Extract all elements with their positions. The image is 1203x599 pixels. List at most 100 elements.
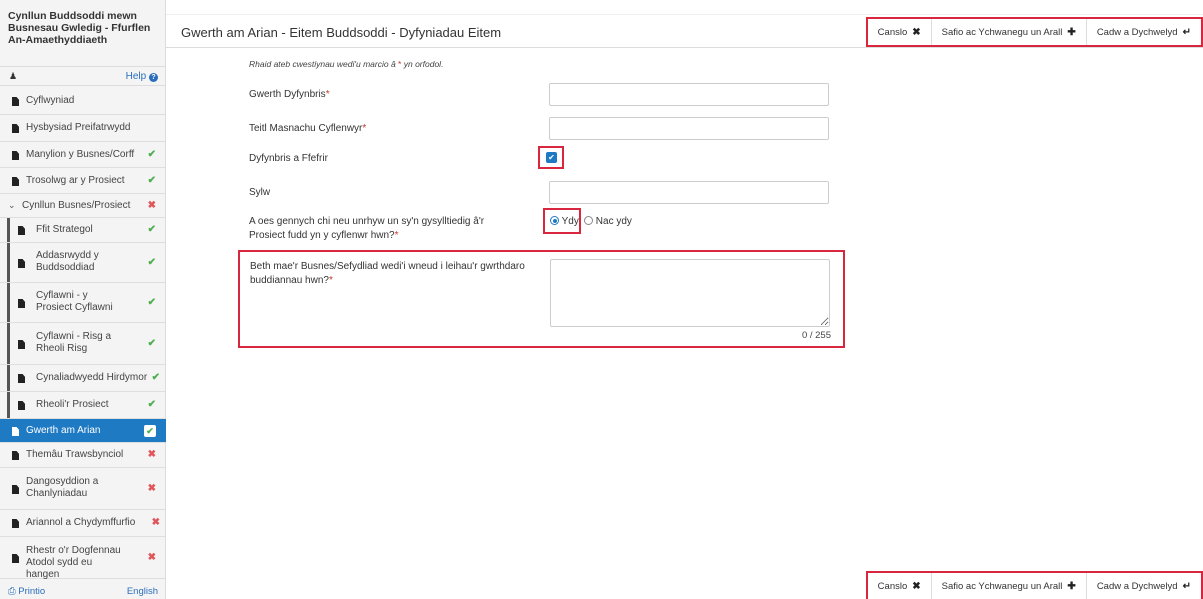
sidebar-item-project-overview[interactable]: Trosolwg ar y Prosiect ✔ <box>0 168 166 194</box>
check-icon: ✔ <box>151 372 160 383</box>
sidebar-item-sustainability[interactable]: Cynaliadwyedd Hirdymor ✔ <box>0 365 166 392</box>
check-icon: ✔ <box>147 257 156 268</box>
print-label: Printio <box>18 586 46 597</box>
document-icon <box>12 485 20 494</box>
check-icon: ✔ <box>147 338 156 349</box>
supplier-name-label-text: Teitl Masnachu Cyflenwyr <box>249 123 363 134</box>
sidebar-item-supporting-documents[interactable]: Rhestr o'r Dogfennau Atodol sydd eu hang… <box>0 537 166 580</box>
sidebar-item-indicators[interactable]: Dangosyddion a Chanlyniadau ✖ <box>0 468 166 510</box>
quote-value-label: Gwerth Dyfynbris* <box>249 88 330 102</box>
yes-radio[interactable] <box>550 216 559 225</box>
comment-label: Sylw <box>249 187 271 198</box>
check-icon: ✔ <box>147 297 156 308</box>
document-icon <box>18 259 26 268</box>
item-quote-form: Rhaid ateb cwestiynau wedi'u marcio â * … <box>166 48 1203 568</box>
sidebar-item-label: Rhestr o'r Dogfennau Atodol sydd eu hang… <box>26 545 121 580</box>
cancel-button[interactable]: Canslo ✖ <box>867 573 931 599</box>
close-icon: ✖ <box>912 580 921 592</box>
save-add-label: Safio ac Ychwanegu un Arall <box>941 26 1063 38</box>
no-label: Nac ydy <box>595 216 632 227</box>
sidebar-item-project-management[interactable]: Rheoli'r Prosiect ✔ <box>0 392 166 419</box>
sidebar-item-cross-cutting-themes[interactable]: Themâu Trawsbynciol ✖ <box>0 443 166 468</box>
sidebar-item-financial[interactable]: Ariannol a Chydymffurfio ✖ <box>0 510 166 537</box>
sidebar-title-line: Busnesau Gwledig - Ffurflen <box>8 22 151 34</box>
english-language-link[interactable]: English <box>127 586 158 597</box>
user-bar: ♟ Help ? <box>0 66 166 86</box>
sidebar: Cynllun Buddsoddi mewn Busnesau Gwledig … <box>0 0 166 599</box>
sidebar-sub-indicator <box>7 243 10 282</box>
preferred-quote-highlight: ✔ <box>538 146 564 169</box>
cross-icon: ✖ <box>147 483 156 494</box>
preferred-quote-checkbox[interactable]: ✔ <box>546 152 557 163</box>
required-asterisk: * <box>398 59 402 69</box>
cross-icon: ✖ <box>147 552 156 563</box>
sidebar-item-strategic-fit[interactable]: Ffit Strategol ✔ <box>0 218 166 243</box>
sidebar-item-privacy[interactable]: Hysbysiad Preifatrwydd <box>0 115 166 142</box>
no-radio[interactable] <box>584 216 593 225</box>
sidebar-item-label: Ariannol a Chydymffurfio <box>26 517 136 528</box>
return-icon: ↵ <box>1182 580 1191 592</box>
required-note-tail: yn orfodol. <box>403 59 444 69</box>
question-icon: ? <box>149 73 158 82</box>
sidebar-title: Cynllun Buddsoddi mewn Busnesau Gwledig … <box>0 10 166 62</box>
document-icon <box>12 177 20 186</box>
check-icon: ✔ <box>147 175 156 186</box>
required-asterisk: * <box>362 123 367 134</box>
document-icon <box>12 519 20 528</box>
check-icon: ✔ <box>147 399 156 410</box>
save-return-label: Cadw a Dychwelyd <box>1096 580 1178 592</box>
return-icon: ↵ <box>1182 26 1191 38</box>
sidebar-item-label: Addasrwydd y Buddsoddiad <box>36 250 99 273</box>
save-return-label: Cadw a Dychwelyd <box>1096 26 1178 38</box>
sidebar-item-label: Ffit Strategol <box>36 224 93 235</box>
print-link[interactable]: ⎙ Printio <box>8 586 45 597</box>
sidebar-sub-indicator <box>7 283 10 322</box>
plus-icon: ✚ <box>1067 580 1076 592</box>
quote-value-label-text: Gwerth Dyfynbris <box>249 89 326 100</box>
sidebar-sub-indicator <box>7 323 10 364</box>
sidebar-item-label: Cyflwyniad <box>26 95 75 106</box>
sidebar-item-delivery-risk[interactable]: Cyflawni - Risg a Rheoli Risg ✔ <box>0 323 166 365</box>
sidebar-item-label: Dangosyddion a Chanlyniadau <box>26 476 99 499</box>
required-asterisk: * <box>325 89 330 100</box>
save-return-button[interactable]: Cadw a Dychwelyd ↵ <box>1085 573 1201 599</box>
close-icon: ✖ <box>912 26 921 38</box>
cross-icon: ✖ <box>147 200 156 211</box>
save-add-another-button[interactable]: Safio ac Ychwanegu un Arall ✚ <box>930 573 1086 599</box>
mitigation-textarea[interactable] <box>550 259 830 327</box>
document-icon <box>18 226 26 235</box>
check-icon: ✔ <box>147 149 156 160</box>
document-icon <box>12 554 20 563</box>
document-icon <box>18 340 26 349</box>
sidebar-item-value-for-money[interactable]: Gwerth am Arian ✔ <box>0 419 166 443</box>
document-icon <box>12 97 20 106</box>
sidebar-item-business-plan[interactable]: ⌄ Cynllun Busnes/Prosiect ✖ <box>0 194 166 218</box>
sidebar-item-investment-suitability[interactable]: Addasrwydd y Buddsoddiad ✔ <box>0 243 166 283</box>
save-return-button[interactable]: Cadw a Dychwelyd ↵ <box>1085 19 1201 45</box>
sidebar-item-delivery-project[interactable]: Cyflawni - y Prosiect Cyflawni ✔ <box>0 283 166 323</box>
required-asterisk: * <box>328 275 333 286</box>
supplier-name-input[interactable] <box>549 117 829 140</box>
supplier-name-label: Teitl Masnachu Cyflenwyr* <box>249 122 366 136</box>
document-icon <box>18 401 26 410</box>
sidebar-item-cyflwyniad[interactable]: Cyflwyniad <box>0 87 166 115</box>
user-icon[interactable]: ♟ <box>9 71 17 82</box>
connected-party-label-text: A oes gennych chi neu unrhyw un sy'n gys… <box>249 216 485 241</box>
no-radio-option[interactable]: Nac ydy <box>584 216 632 227</box>
save-add-another-button[interactable]: Safio ac Ychwanegu un Arall ✚ <box>930 19 1086 45</box>
mitigation-label: Beth mae'r Busnes/Sefydliad wedi'i wneud… <box>250 260 530 288</box>
bottom-action-bar: Canslo ✖ Safio ac Ychwanegu un Arall ✚ Cad… <box>865 571 1203 599</box>
help-link[interactable]: Help ? <box>126 71 158 82</box>
cancel-button[interactable]: Canslo ✖ <box>867 19 931 45</box>
check-icon: ✔ <box>144 425 156 437</box>
connected-party-label: A oes gennych chi neu unrhyw un sy'n gys… <box>249 215 519 243</box>
quote-value-input[interactable] <box>549 83 829 106</box>
sidebar-item-business-details[interactable]: Manylion y Busnes/Corff ✔ <box>0 142 166 168</box>
cross-icon: ✖ <box>147 449 156 460</box>
comment-input[interactable] <box>549 181 829 204</box>
character-counter: 0 / 255 <box>801 330 831 341</box>
document-icon <box>12 427 20 436</box>
sidebar-item-label: Trosolwg ar y Prosiect <box>26 175 125 186</box>
sidebar-item-label: Gwerth am Arian <box>26 425 101 436</box>
yes-radio-option[interactable]: Ydy <box>550 216 579 227</box>
